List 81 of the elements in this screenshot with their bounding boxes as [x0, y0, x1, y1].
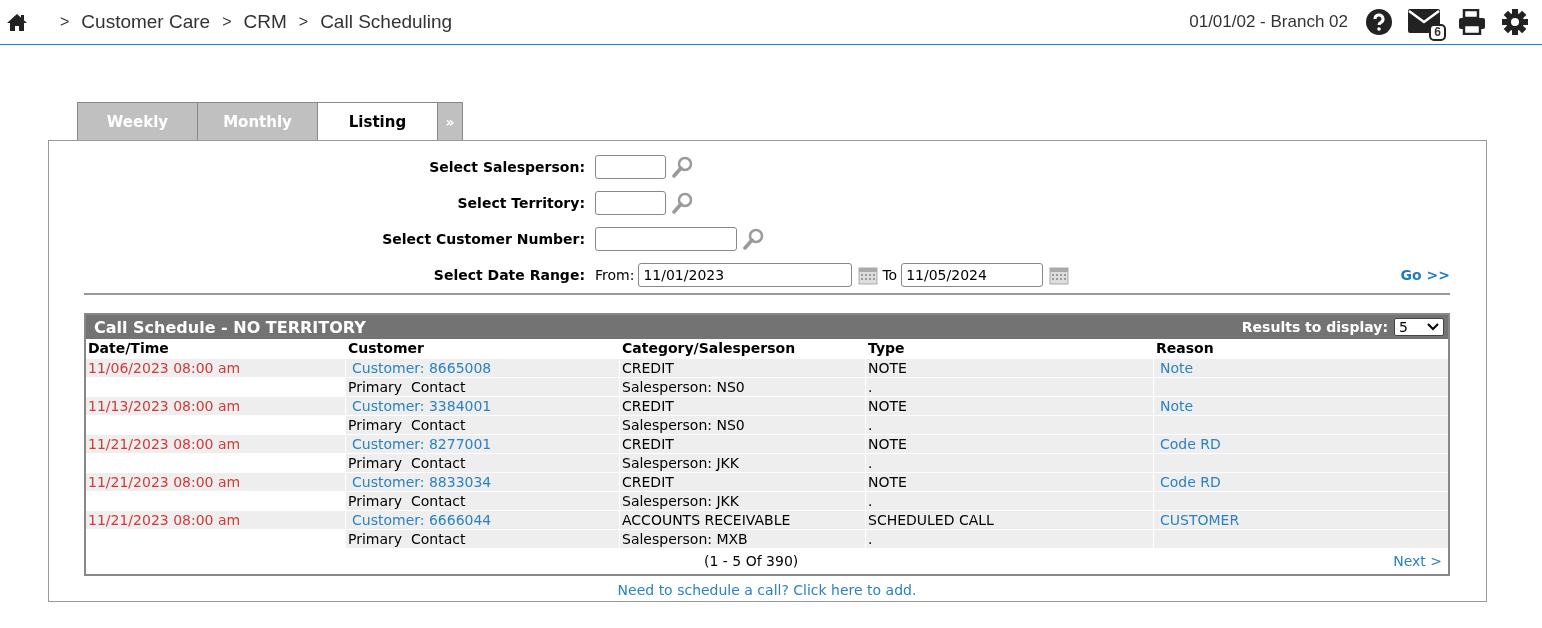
breadcrumb-link[interactable]: CRM [243, 11, 287, 33]
search-icon[interactable] [672, 192, 694, 214]
column-header: Type [867, 339, 906, 358]
customer-link[interactable]: Customer: 8665008 [346, 359, 619, 377]
from-label: From: [595, 267, 635, 283]
table-cell: Primary Contact [346, 416, 619, 434]
call-date-time: 11/21/2023 08:00 am [86, 511, 345, 529]
text-field[interactable] [595, 227, 737, 251]
search-icon[interactable] [672, 156, 694, 178]
table-cell: Primary Contact [346, 530, 619, 548]
table-cell: CREDIT [620, 473, 865, 491]
column-header: Category/Salesperson [621, 339, 797, 358]
home-icon[interactable] [6, 13, 28, 31]
column-header: Customer [347, 339, 425, 358]
call-date-time: 11/06/2023 08:00 am [86, 359, 345, 377]
reason-link[interactable]: Note [1154, 397, 1448, 415]
pagination-info: (1 - 5 Of 390) [704, 553, 799, 569]
help-icon[interactable] [1366, 9, 1392, 35]
next-page-link[interactable]: Next > [1393, 553, 1442, 569]
call-date-time: 11/21/2023 08:00 am [86, 435, 345, 453]
unread-count-badge: 6 [1429, 24, 1446, 41]
customer-link[interactable]: Customer: 8833034 [346, 473, 619, 491]
table-cell: SCHEDULED CALL [866, 511, 1153, 529]
field-label: Select Territory: [456, 195, 586, 211]
table-cell: NOTE [866, 435, 1153, 453]
text-field[interactable] [595, 191, 666, 215]
print-icon[interactable] [1458, 9, 1486, 35]
breadcrumb-separator: > [298, 13, 309, 31]
customer-link[interactable]: Customer: 3384001 [346, 397, 619, 415]
reason-link[interactable]: Code RD [1154, 435, 1448, 453]
table-cell: NOTE [866, 397, 1153, 415]
column-header: Date/Time [87, 339, 170, 358]
branch-label: 01/01/02 - Branch 02 [1189, 12, 1348, 32]
customer-link[interactable]: Customer: 6666044 [346, 511, 619, 529]
reason-link[interactable]: CUSTOMER [1154, 511, 1448, 529]
table-cell: CREDIT [620, 359, 865, 377]
settings-icon[interactable] [1502, 9, 1528, 35]
table-cell: Salesperson: JKK [620, 454, 865, 472]
calendar-icon[interactable] [858, 265, 879, 285]
breadcrumb-separator: > [222, 13, 232, 31]
field-label: Select Salesperson: [428, 159, 586, 175]
table-cell: Salesperson: NS0 [620, 378, 865, 396]
results-label: Results to display: [1241, 319, 1388, 335]
table-cell: NOTE [866, 473, 1153, 491]
date-field[interactable]: 11/05/2024 [901, 263, 1044, 287]
table-cell: . [866, 492, 1153, 510]
chevron-icon [1427, 323, 1439, 331]
table-cell: . [866, 378, 1153, 396]
search-icon[interactable] [743, 228, 765, 250]
calendar-icon[interactable] [1049, 265, 1070, 285]
add-call-link[interactable]: Need to schedule a call? Click here to add. [617, 582, 917, 598]
field-label: Select Date Range: [432, 267, 586, 283]
reason-link[interactable]: Note [1154, 359, 1448, 377]
results-dropdown[interactable]: 5 [1394, 318, 1444, 336]
table-cell: NOTE [866, 359, 1153, 377]
to-label: To [882, 267, 898, 283]
table-cell: Primary Contact [346, 378, 619, 396]
breadcrumb-link[interactable]: Customer Care [81, 11, 211, 33]
table-cell: . [866, 416, 1153, 434]
table-cell: CREDIT [620, 435, 865, 453]
table-cell: Primary Contact [346, 492, 619, 510]
field-label: Select Customer Number: [381, 231, 586, 247]
table-cell: . [866, 530, 1153, 548]
table-cell: ACCOUNTS RECEIVABLE [620, 511, 865, 529]
reason-link[interactable]: Code RD [1154, 473, 1448, 491]
customer-link[interactable]: Customer: 8277001 [346, 435, 619, 453]
breadcrumb-link[interactable]: Call Scheduling [320, 11, 453, 33]
table-cell: . [866, 454, 1153, 472]
column-header: Reason [1155, 339, 1215, 358]
text-field[interactable] [595, 155, 666, 179]
table-cell: Primary Contact [346, 454, 619, 472]
breadcrumb-separator: > [60, 13, 70, 31]
date-field[interactable]: 11/01/2023 [638, 263, 853, 287]
call-date-time: 11/13/2023 08:00 am [86, 397, 345, 415]
table-cell: Salesperson: NS0 [620, 416, 865, 434]
table-cell: Salesperson: JKK [620, 492, 865, 510]
go-link[interactable]: Go >> [1400, 267, 1450, 287]
table-cell: CREDIT [620, 397, 865, 415]
table-title: Call Schedule - NO TERRITORY [94, 317, 367, 337]
call-date-time: 11/21/2023 08:00 am [86, 473, 345, 491]
table-cell: Salesperson: MXB [620, 530, 865, 548]
